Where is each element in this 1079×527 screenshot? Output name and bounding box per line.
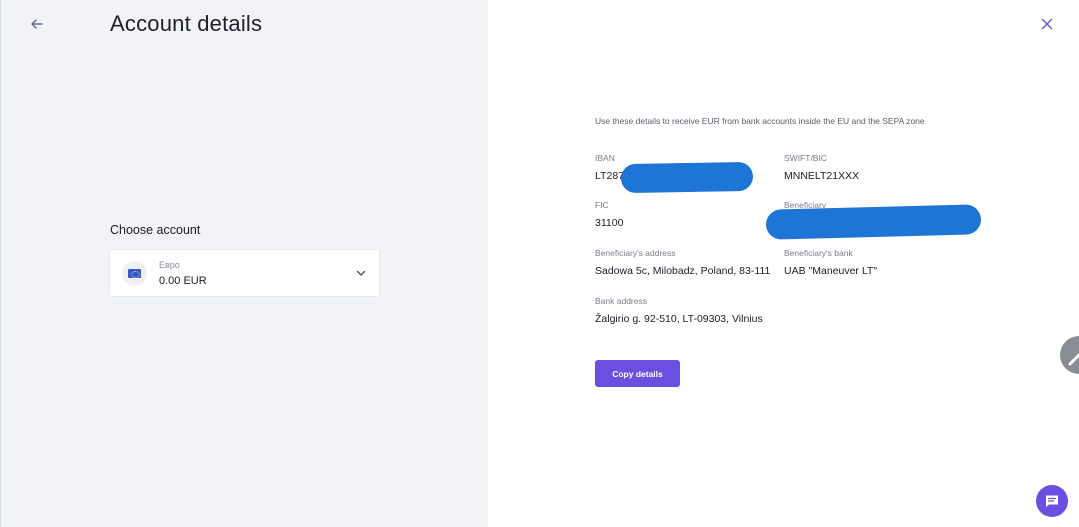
chevron-down-icon <box>356 270 366 276</box>
swift-value: MNNELT21XXX <box>784 170 860 182</box>
close-icon[interactable] <box>1039 16 1055 32</box>
details-panel: Use these details to receive EUR from ba… <box>488 0 1079 527</box>
chat-icon <box>1046 495 1058 507</box>
left-panel: Account details Choose account Евро 0.00… <box>0 0 488 527</box>
eu-flag-icon <box>122 261 147 286</box>
choose-account-label: Choose account <box>110 223 201 237</box>
account-name: Евро <box>159 260 180 270</box>
beneficiary-bank-label: Beneficiary's bank <box>784 248 853 258</box>
beneficiary-redaction <box>765 204 982 240</box>
page-title: Account details <box>110 11 263 36</box>
account-balance: 0.00 EUR <box>159 275 207 287</box>
iban-value: LT287 <box>595 170 624 182</box>
bank-address-label: Bank address <box>595 296 647 306</box>
bank-address-value: Žalgirio g. 92-510, LT-09303, Vilnius <box>595 313 763 325</box>
iban-redaction <box>620 161 754 194</box>
beneficiary-bank-value: UAB "Maneuver LT" <box>784 265 878 277</box>
fic-value: 31100 <box>595 217 624 229</box>
beneficiary-address-value: Sadowa 5c, Milobadz, Poland, 83-111 <box>595 265 771 277</box>
details-intro: Use these details to receive EUR from ba… <box>595 116 925 126</box>
fic-label: FIC <box>595 200 609 210</box>
copy-details-button[interactable]: Copy details <box>595 360 680 387</box>
account-selector[interactable]: Евро 0.00 EUR <box>109 249 380 297</box>
back-arrow-icon[interactable] <box>27 14 47 34</box>
beneficiary-address-label: Beneficiary's address <box>595 248 676 258</box>
chat-button[interactable] <box>1036 485 1068 517</box>
iban-label: IBAN <box>595 153 615 163</box>
swift-label: SWIFT/BIC <box>784 153 827 163</box>
